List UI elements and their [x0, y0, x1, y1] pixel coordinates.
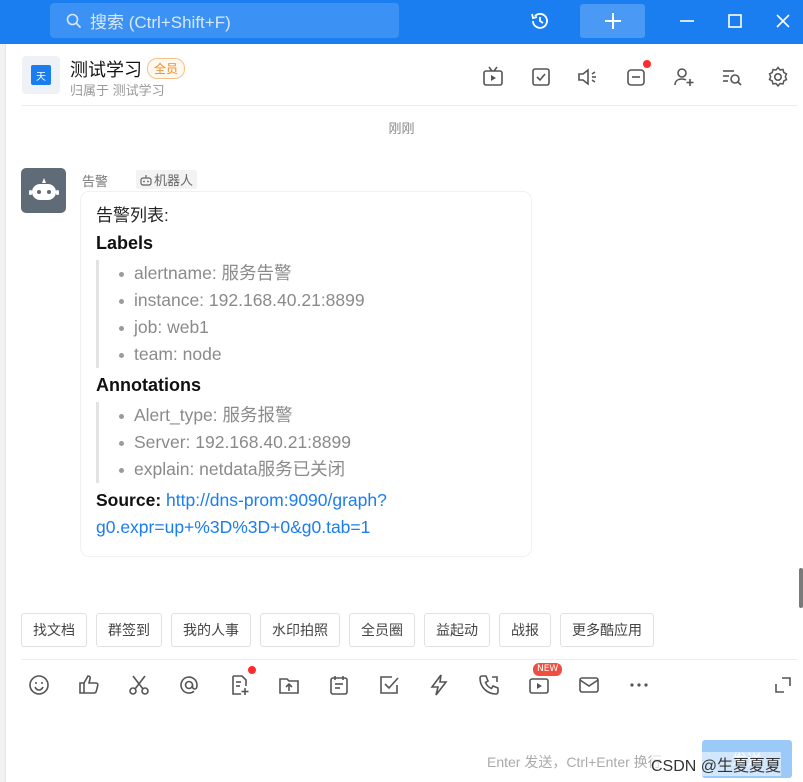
source-link-part1: http://dns-prom:9090/graph? — [166, 490, 387, 510]
message-timestamp: 刚刚 — [388, 121, 415, 136]
expand-icon[interactable] — [769, 671, 797, 699]
add-member-icon[interactable] — [671, 64, 697, 90]
annotations-heading: Annotations — [96, 375, 201, 395]
mention-at-icon[interactable] — [175, 671, 203, 699]
labels-heading: Labels — [96, 233, 154, 253]
quick-app-find-docs[interactable]: 找文档 — [21, 613, 87, 647]
speaker-icon[interactable] — [574, 64, 600, 90]
group-avatar[interactable]: 天 — [22, 56, 60, 94]
header-divider — [22, 105, 797, 106]
new-badge: NEW — [533, 663, 563, 676]
scrollbar-thumb[interactable] — [799, 568, 803, 608]
more-dots-icon[interactable] — [625, 671, 653, 699]
left-panel-edge — [0, 44, 6, 782]
source-line: Source: http://dns-prom:9090/graph? g0.ex… — [96, 487, 516, 541]
live-tv-icon[interactable] — [480, 64, 506, 90]
phone-call-icon[interactable] — [475, 671, 503, 699]
doc-add-notification-dot — [248, 666, 256, 674]
all-members-badge: 全员 — [147, 58, 186, 79]
alert-message-bubble[interactable]: 告警列表: Labels alertname: 服务告警 instance: 1… — [81, 192, 531, 556]
title-bar: 搜索 (Ctrl+Shift+F) — [0, 0, 803, 44]
quick-app-my-hr[interactable]: 我的人事 — [171, 613, 251, 647]
quick-app-group-checkin[interactable]: 群签到 — [96, 613, 162, 647]
robot-icon — [28, 177, 59, 200]
minimize-button[interactable] — [672, 4, 702, 38]
doc-add-icon[interactable] — [225, 671, 253, 699]
robot-small-icon — [140, 174, 152, 186]
plus-icon — [604, 13, 621, 29]
calendar-icon[interactable] — [325, 671, 353, 699]
list-item: team: node — [119, 341, 516, 368]
todo-check-icon[interactable] — [528, 64, 554, 90]
bot-avatar[interactable] — [21, 168, 66, 213]
input-toolbar — [25, 666, 797, 701]
sender-name[interactable]: 告警 — [82, 171, 108, 190]
source-link-part2: g0.expr=up+%3D%3D+0&g0.tab=1 — [96, 517, 371, 537]
send-hint: Enter 发送，Ctrl+Enter 换行 — [487, 754, 662, 770]
list-item: explain: netdata服务已关闭 — [119, 456, 516, 483]
quick-app-battle-report[interactable]: 战报 — [499, 613, 551, 647]
quick-app-all-members-circle[interactable]: 全员圈 — [349, 613, 415, 647]
scissors-icon[interactable] — [125, 671, 153, 699]
quick-app-watermark-photo[interactable]: 水印拍照 — [260, 613, 340, 647]
settings-gear-icon[interactable] — [765, 64, 791, 90]
mail-icon[interactable] — [575, 671, 603, 699]
list-item: job: web1 — [119, 314, 516, 341]
group-avatar-logo: 天 — [31, 65, 51, 85]
toolbar-divider — [22, 659, 797, 660]
notification-dot — [643, 60, 651, 68]
alert-list-title: 告警列表: — [96, 206, 169, 225]
search-messages-icon[interactable] — [719, 64, 745, 90]
search-icon — [66, 13, 82, 28]
add-button[interactable] — [580, 4, 645, 38]
search-placeholder: 搜索 (Ctrl+Shift+F) — [90, 13, 231, 32]
group-name[interactable]: 测试学习 — [70, 56, 142, 82]
bot-tag: 机器人 — [136, 170, 198, 189]
list-item: Server: 192.168.40.21:8899 — [119, 429, 516, 456]
upload-file-icon[interactable] — [275, 671, 303, 699]
list-item: Alert_type: 服务报警 — [119, 402, 516, 429]
bot-tag-label: 机器人 — [154, 173, 194, 188]
close-button[interactable] — [766, 4, 800, 38]
lightning-icon[interactable] — [425, 671, 453, 699]
maximize-button[interactable] — [720, 4, 750, 38]
annotations-list: Alert_type: 服务报警 Server: 192.168.40.21:8… — [96, 402, 516, 483]
labels-list: alertname: 服务告警 instance: 192.168.40.21:… — [96, 260, 516, 368]
close-icon — [776, 14, 790, 28]
watermark: CSDN @生夏夏夏 — [651, 752, 782, 776]
source-label: Source: — [96, 490, 162, 510]
thumbs-up-icon[interactable] — [75, 671, 103, 699]
chat-header: 天 测试学习 全员 归属于 测试学习 — [6, 44, 803, 106]
list-item: alertname: 服务告警 — [119, 260, 516, 287]
global-search-box[interactable]: 搜索 (Ctrl+Shift+F) — [50, 3, 399, 38]
emoji-icon[interactable] — [25, 671, 53, 699]
list-item: instance: 192.168.40.21:8899 — [119, 287, 516, 314]
task-check-icon[interactable] — [375, 671, 403, 699]
group-subtitle: 归属于 测试学习 — [70, 83, 165, 98]
quick-apps-row: 找文档 群签到 我的人事 水印拍照 全员圈 益起动 战报 更多酷应用 — [21, 613, 654, 647]
quick-app-more[interactable]: 更多酷应用 — [560, 613, 654, 647]
history-icon[interactable] — [522, 4, 558, 38]
quick-app-yiqidong[interactable]: 益起动 — [424, 613, 490, 647]
